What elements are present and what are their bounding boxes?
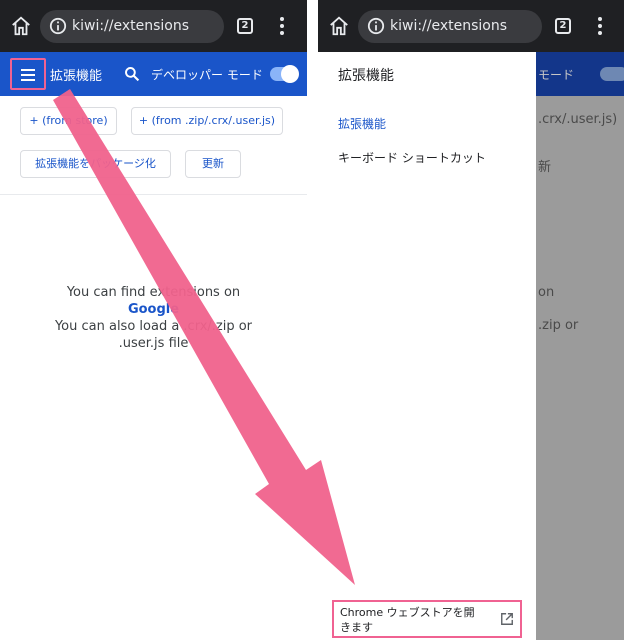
update-button[interactable]: 更新 (185, 150, 241, 178)
url-text: kiwi://extensions (72, 18, 190, 34)
google-store-link[interactable]: Google (0, 301, 307, 318)
hamburger-menu-icon[interactable] (10, 58, 46, 90)
search-icon[interactable] (124, 66, 140, 82)
extensions-toolbar: 拡張機能 デベロッパー モード (0, 52, 307, 96)
dimmed-toggle (600, 67, 624, 81)
empty-line-1: You can find extensions on (66, 285, 241, 300)
dimmed-update-fragment: 新 (538, 160, 552, 175)
right-screen: kiwi://extensions 2 モード .crx/.user.js) 新… (318, 0, 624, 640)
address-bar[interactable]: kiwi://extensions (40, 10, 224, 43)
empty-line-3: .user.js file (118, 336, 189, 351)
home-icon[interactable] (10, 15, 32, 37)
navigation-drawer: 拡張機能 拡張機能 キーボード ショートカット Chrome ウェブストアを開 … (318, 52, 536, 640)
dimmed-button-fragment: .crx/.user.js) (538, 112, 618, 127)
divider (0, 194, 307, 195)
drawer-item-keyboard-shortcuts[interactable]: キーボード ショートカット (338, 149, 486, 166)
developer-mode-toggle[interactable] (270, 65, 299, 83)
load-from-store-button[interactable]: + (from store) (20, 107, 117, 135)
home-icon[interactable] (328, 15, 350, 37)
info-icon[interactable] (367, 17, 385, 35)
page-title: 拡張機能 (50, 69, 103, 84)
web-store-line-1: Chrome ウェブストアを開 (340, 606, 475, 619)
browser-top-bar: kiwi://extensions 2 (0, 0, 307, 52)
tab-count-button[interactable]: 2 (237, 18, 253, 34)
external-link-icon (501, 613, 513, 625)
developer-mode-label: デベロッパー モード (151, 68, 263, 82)
screen-gap (307, 0, 318, 640)
url-text: kiwi://extensions (390, 18, 508, 34)
pack-extension-button[interactable]: 拡張機能をパッケージ化 (20, 150, 171, 178)
empty-line-2: You can also load a .crx/.zip or (54, 319, 253, 334)
dimmed-text-fragment-2: .zip or (538, 318, 579, 333)
web-store-line-2: きます (340, 621, 373, 634)
info-icon[interactable] (49, 17, 67, 35)
drawer-title: 拡張機能 (338, 68, 394, 84)
left-screen: kiwi://extensions 2 拡張機能 デベロッパー モード + (f… (0, 0, 307, 640)
kebab-menu-icon[interactable] (279, 17, 285, 35)
address-bar[interactable]: kiwi://extensions (358, 10, 542, 43)
dimmed-text-fragment-1: on (538, 285, 555, 300)
dimmed-mode-label: モード (538, 68, 575, 82)
kebab-menu-icon[interactable] (597, 17, 603, 35)
tab-count-button[interactable]: 2 (555, 18, 571, 34)
load-from-file-button[interactable]: + (from .zip/.crx/.user.js) (131, 107, 283, 135)
open-web-store-link[interactable]: Chrome ウェブストアを開 きます (332, 600, 522, 638)
screenshot-stage: kiwi://extensions 2 拡張機能 デベロッパー モード + (f… (0, 0, 624, 640)
browser-top-bar: kiwi://extensions 2 (318, 0, 624, 52)
drawer-item-extensions[interactable]: 拡張機能 (338, 115, 386, 132)
empty-state-message: You can find extensions on Google You ca… (0, 284, 307, 352)
